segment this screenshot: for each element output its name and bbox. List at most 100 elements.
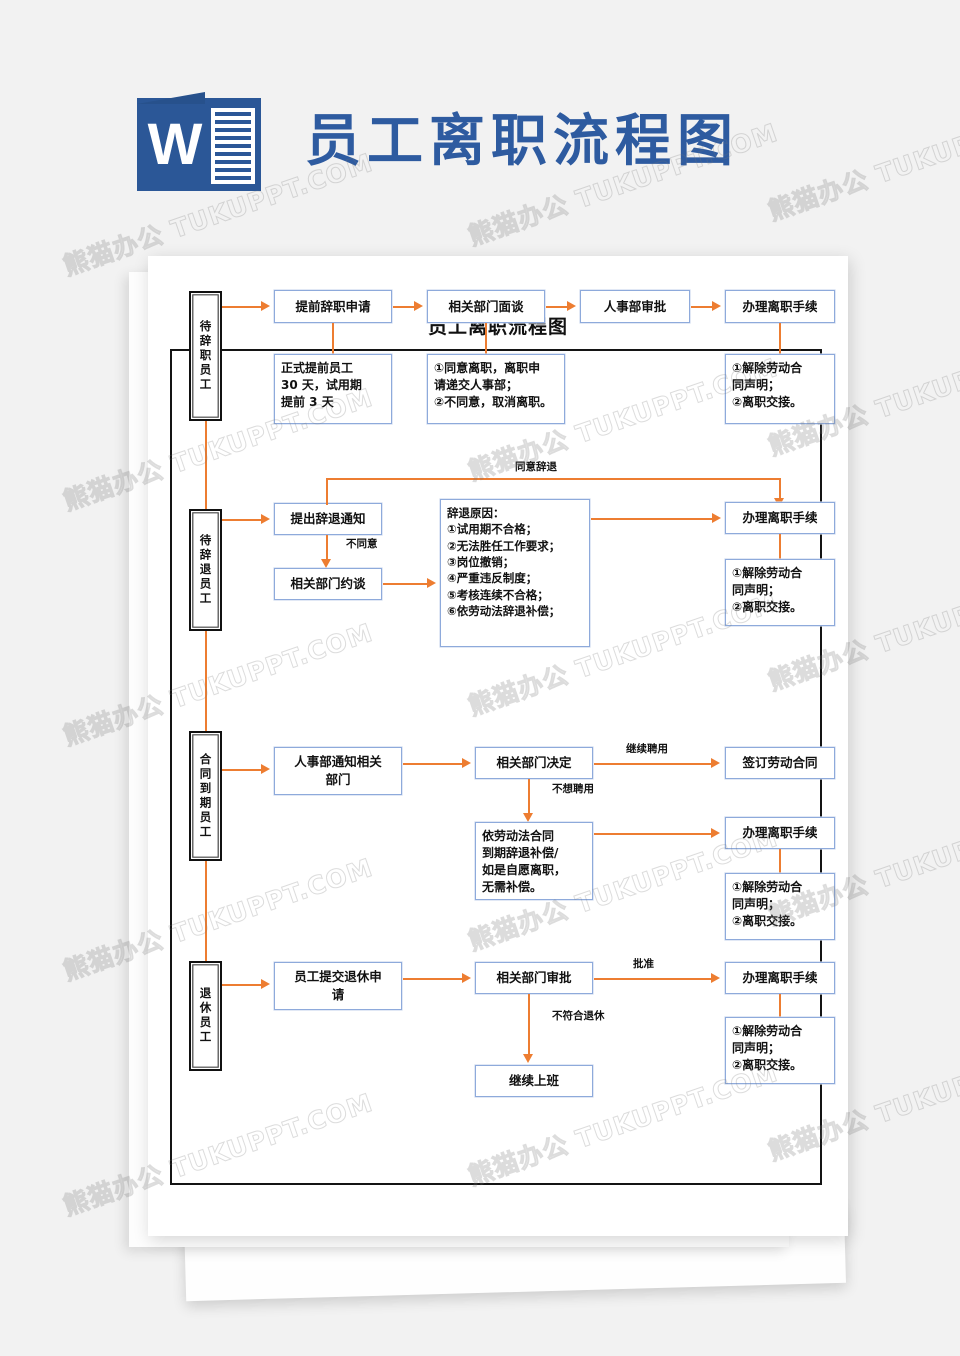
arrow-head-icon	[567, 301, 576, 311]
word-document-icon: W	[137, 92, 261, 197]
step-box[interactable]: 提前辞职申请	[274, 290, 392, 323]
connector	[326, 478, 781, 481]
detail-text: ①解除劳动合 同声明； ②离职交接。	[732, 361, 803, 410]
detail-box: ①解除劳动合 同声明； ②离职交接。	[725, 559, 835, 626]
spine-segment	[205, 631, 208, 731]
connector	[779, 534, 782, 560]
connector	[403, 978, 463, 981]
reason-item: ③岗位撤销；	[447, 554, 515, 569]
step-label: 员工提交退休申 请	[294, 969, 382, 1002]
dismissal-reasons-box: 辞退原因： ①试用期不合格； ②无法胜任工作要求； ③岗位撤销； ④严重违反制度…	[440, 499, 590, 647]
detail-box: ①同意离职，离职申 请递交人事部； ②不同意，取消离职。	[427, 354, 565, 424]
arrow-head-icon	[321, 559, 331, 568]
arrow-head-icon	[414, 301, 423, 311]
step-box[interactable]: 相关部门约谈	[274, 568, 382, 600]
reason-item: ②无法胜任工作要求；	[447, 538, 561, 553]
connector	[594, 833, 712, 836]
connector	[393, 306, 415, 309]
document-page: 员工离职流程图 待辞职员工 提前辞职申请 相关部门面谈 人事部审批 办理离职手续…	[148, 256, 848, 1236]
word-icon-lines	[211, 108, 255, 188]
connector	[326, 478, 329, 505]
detail-text: ①同意离职，离职申 请递交人事部； ②不同意，取消离职。	[434, 361, 553, 410]
edge-label-approved: 批准	[633, 958, 654, 970]
step-box[interactable]: 办理离职手续	[725, 817, 835, 849]
step-box[interactable]: 人事部通知相关 部门	[274, 747, 402, 795]
connector	[222, 769, 262, 772]
arrow-head-icon	[462, 973, 471, 983]
step-box[interactable]: 相关部门决定	[475, 747, 593, 779]
arrow-head-icon	[712, 301, 721, 311]
detail-box: ①解除劳动合 同声明； ②离职交接。	[725, 1017, 835, 1084]
step-box[interactable]: 办理离职手续	[725, 962, 835, 994]
arrow-head-icon	[462, 758, 471, 768]
arrow-head-icon	[711, 828, 720, 838]
edge-label-not-eligible: 不符合退休	[552, 1010, 605, 1022]
spine-segment	[205, 861, 208, 961]
arrow-head-icon	[523, 813, 533, 822]
connector	[485, 323, 488, 355]
arrow-head-icon	[261, 979, 270, 989]
category-box-resignation: 待辞职员工	[189, 291, 222, 421]
step-box[interactable]: 员工提交退休申 请	[274, 962, 402, 1010]
connector	[691, 306, 713, 309]
detail-box: ①解除劳动合 同声明； ②离职交接。	[725, 354, 835, 424]
spine-segment	[205, 421, 208, 509]
reason-item: ①试用期不合格；	[447, 522, 538, 537]
step-box[interactable]: 办理离职手续	[725, 290, 835, 323]
detail-text: ①解除劳动合 同声明； ②离职交接。	[732, 880, 803, 929]
step-box[interactable]: 人事部审批	[580, 290, 690, 323]
connector	[591, 518, 713, 521]
reasons-title: 辞退原因：	[447, 506, 505, 520]
category-box-retirement: 退休员工	[189, 961, 222, 1071]
arrow-head-icon	[261, 514, 270, 524]
step-box[interactable]: 办理离职手续	[725, 502, 835, 534]
detail-box: 正式提前员工 30 天，试用期 提前 3 天	[274, 354, 392, 424]
step-label: 人事部通知相关 部门	[294, 754, 382, 787]
detail-text: ①解除劳动合 同声明； ②离职交接。	[732, 566, 803, 615]
connector	[528, 779, 531, 815]
connector	[332, 323, 335, 355]
category-box-contract-expiry: 合同到期员工	[189, 731, 222, 861]
connector	[528, 994, 531, 1056]
detail-text: 正式提前员工 30 天，试用期 提前 3 天	[281, 361, 362, 410]
connector	[546, 306, 568, 309]
arrow-head-icon	[523, 1054, 533, 1063]
category-box-dismissal: 待辞退员工	[189, 509, 222, 631]
step-box[interactable]: 签订劳动合同	[725, 747, 835, 779]
edge-label-no-hire: 不想聘用	[552, 783, 594, 795]
connector	[326, 535, 329, 561]
step-box[interactable]: 相关部门面谈	[427, 290, 545, 323]
arrow-head-icon	[261, 301, 270, 311]
connector	[594, 763, 712, 766]
reason-item: ⑤考核连续不合格；	[447, 587, 549, 602]
connector	[594, 978, 712, 981]
detail-text: ①解除劳动合 同声明； ②离职交接。	[732, 1024, 803, 1073]
compensation-box: 依劳动法合同 到期辞退补偿/ 如是自愿离职， 无需补偿。	[475, 822, 593, 900]
arrow-head-icon	[261, 764, 270, 774]
connector	[222, 306, 262, 309]
connector	[779, 323, 782, 355]
step-box[interactable]: 继续上班	[475, 1065, 593, 1097]
connector	[403, 763, 463, 766]
connector	[779, 478, 782, 500]
arrow-head-icon	[711, 973, 720, 983]
edge-label-agree-dismiss: 同意辞退	[515, 461, 557, 473]
compensation-text: 依劳动法合同 到期辞退补偿/ 如是自愿离职， 无需补偿。	[482, 829, 567, 895]
page-title: 员工离职流程图	[305, 109, 739, 174]
connector	[779, 994, 782, 1018]
page-header: W 员工离职流程图	[0, 0, 960, 230]
arrow-head-icon	[711, 758, 720, 768]
edge-label-continue-hire: 继续聘用	[626, 743, 668, 755]
connector	[383, 583, 428, 586]
detail-box: ①解除劳动合 同声明； ②离职交接。	[725, 873, 835, 940]
connector	[222, 519, 262, 522]
edge-label-disagree: 不同意	[346, 538, 378, 550]
step-box[interactable]: 提出辞退通知	[274, 503, 382, 535]
flowchart-canvas: 待辞职员工 提前辞职申请 相关部门面谈 人事部审批 办理离职手续 正式提前员工 …	[148, 256, 848, 1236]
arrow-head-icon	[427, 578, 436, 588]
reason-item: ⑥依劳动法辞退补偿；	[447, 603, 561, 618]
arrow-head-icon	[712, 513, 721, 523]
reason-item: ④严重违反制度；	[447, 571, 538, 586]
step-box[interactable]: 相关部门审批	[475, 962, 593, 994]
connector	[779, 849, 782, 874]
